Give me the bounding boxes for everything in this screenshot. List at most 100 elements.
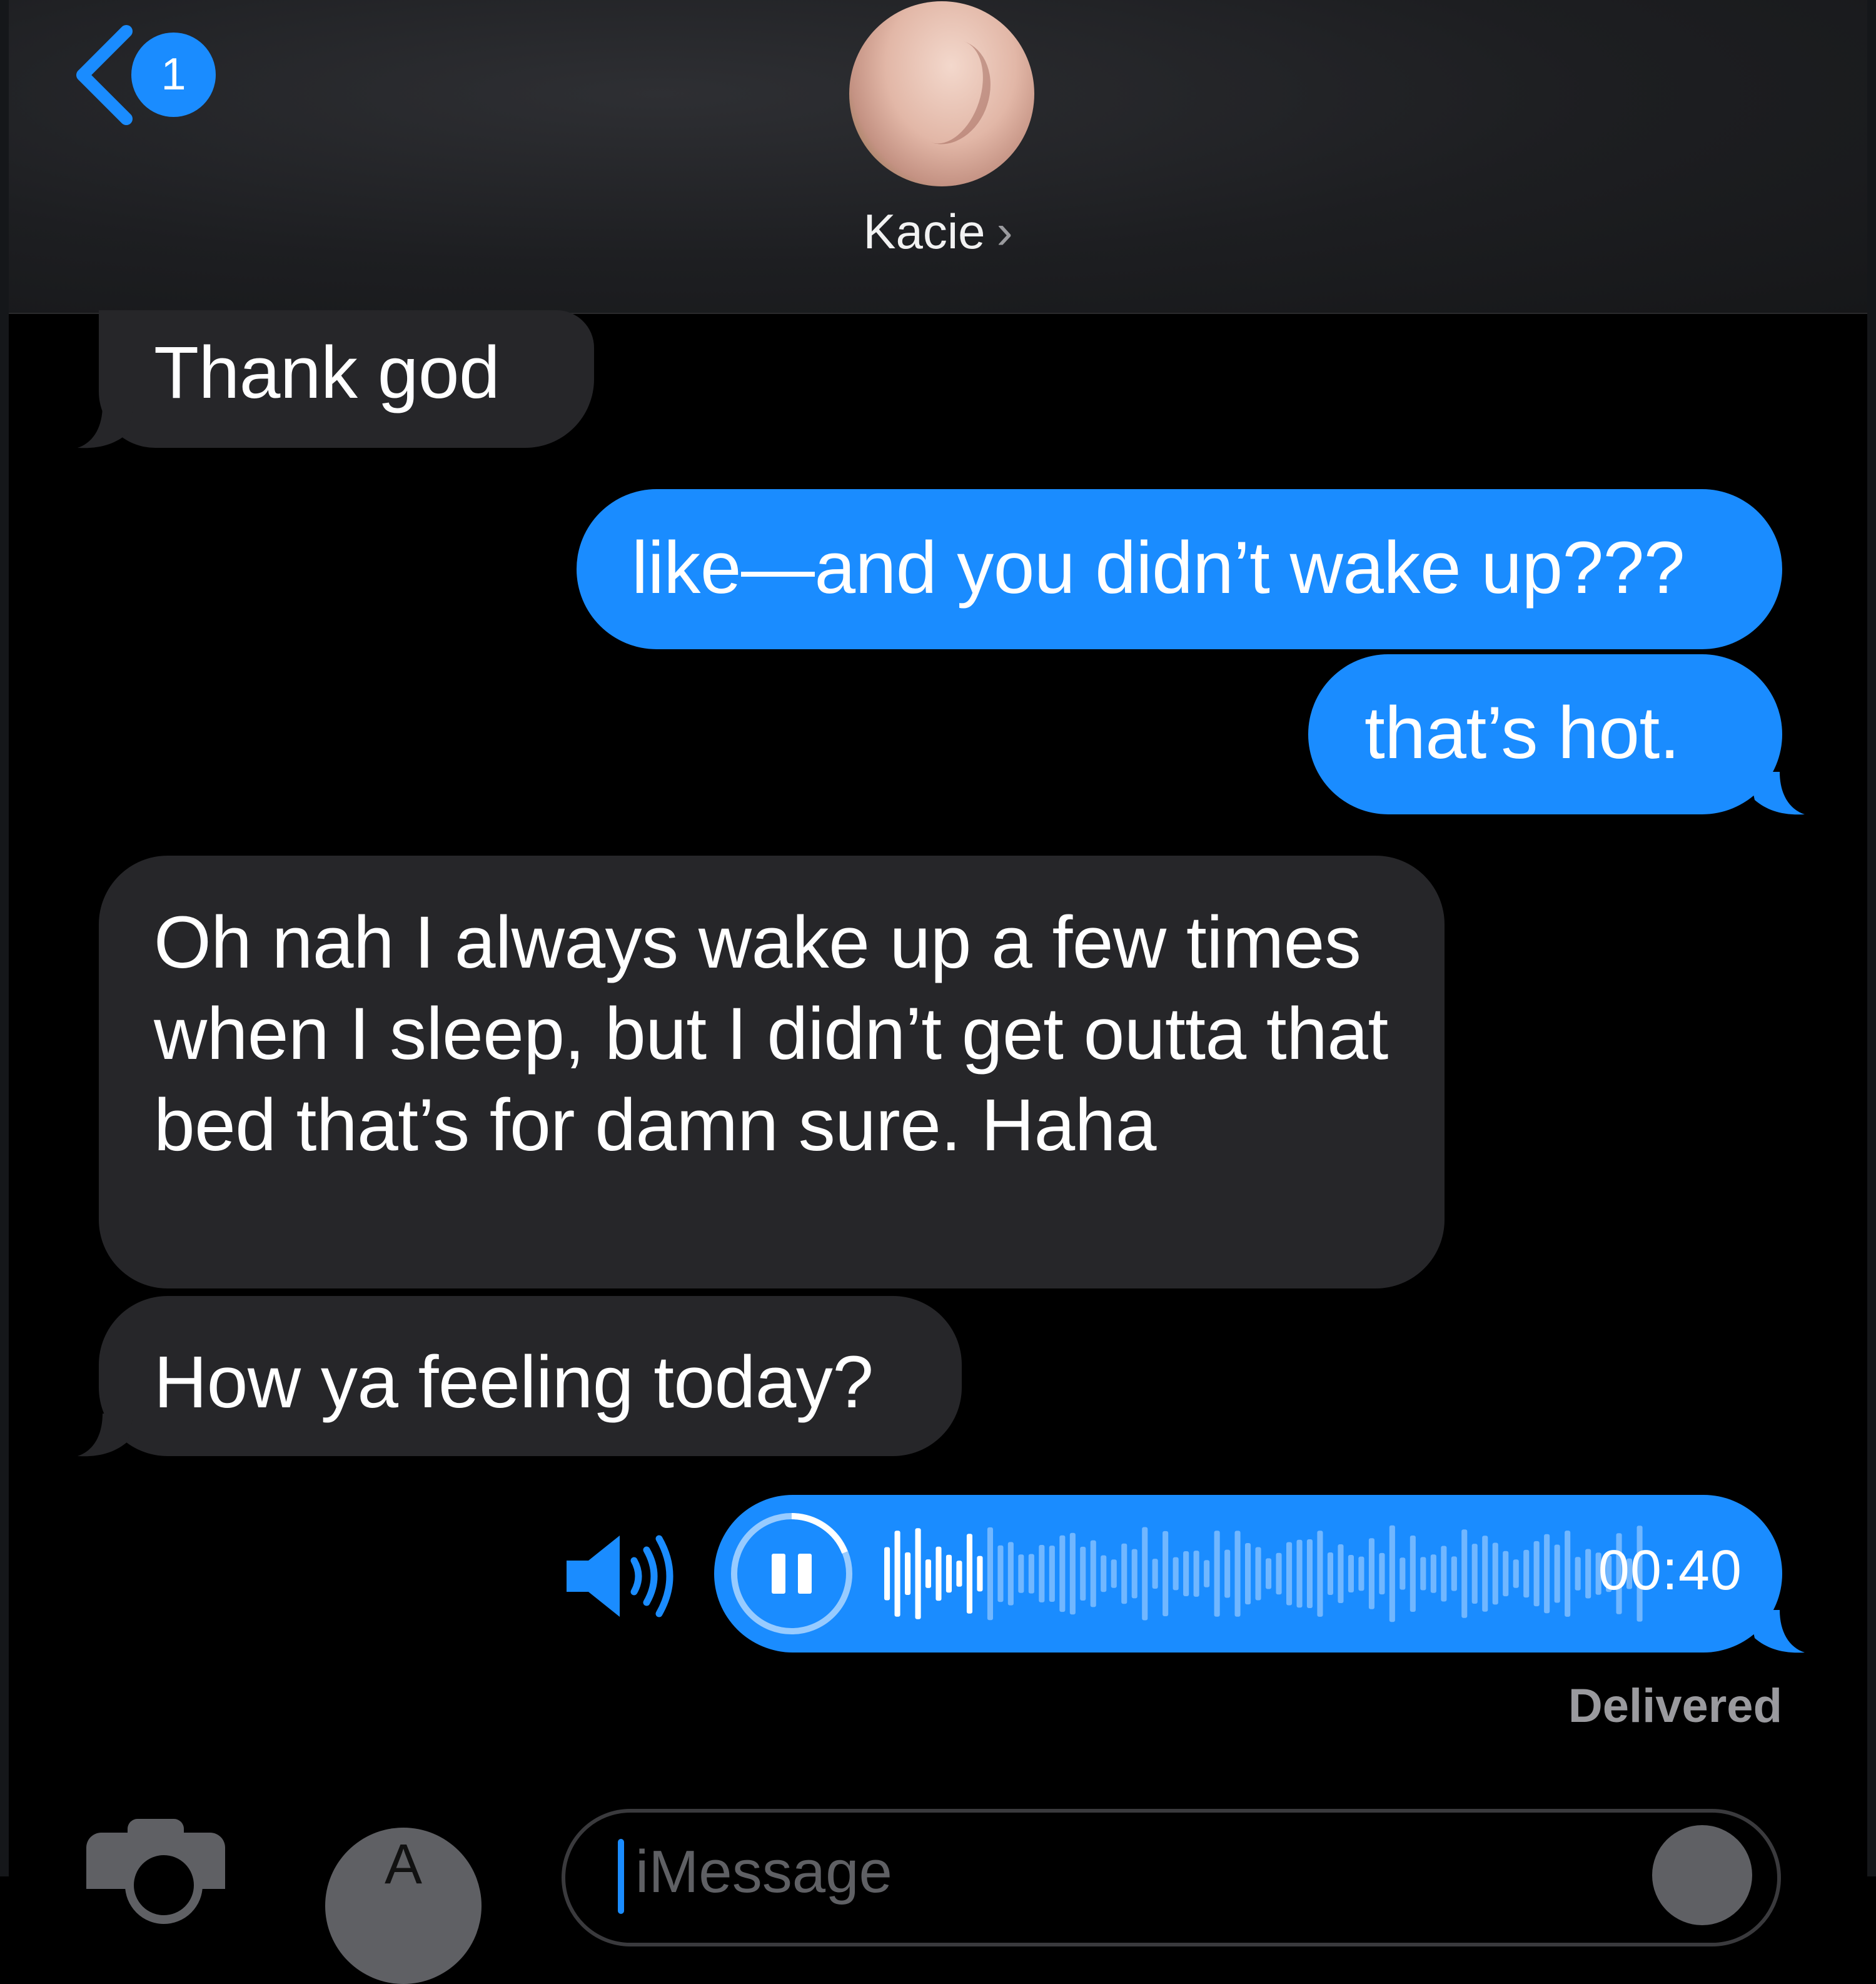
waveform-bar [1007,1542,1014,1606]
waveform-bar [1533,1541,1540,1607]
waveform-bar [1142,1527,1148,1621]
speaker-icon[interactable] [560,1526,685,1626]
waveform-bar [1327,1552,1333,1595]
waveform-bar [1482,1536,1488,1612]
waveform-bar [1266,1558,1272,1589]
waveform-bar [1348,1555,1354,1592]
contact-avatar[interactable] [849,1,1034,186]
waveform-bar [1410,1536,1416,1612]
waveform-bar [1420,1557,1426,1591]
waveform-bar [1152,1559,1158,1589]
waveform-bar [1245,1543,1251,1605]
waveform-bar [1224,1549,1231,1598]
message-text: Thank god [154,332,500,414]
waveform-bar [1183,1551,1189,1596]
waveform-bar [997,1545,1004,1602]
audio-record-icon[interactable] [1652,1825,1752,1925]
waveform-bar [1451,1556,1457,1591]
waveform-bar [1461,1529,1468,1618]
message-bubble-outgoing[interactable]: that’s hot. [1308,654,1805,815]
waveform-bar [935,1546,942,1601]
audio-waveform[interactable] [884,1511,1647,1636]
waveform-bar [987,1527,993,1621]
frame-edge-right [1867,0,1876,1876]
chevron-right-icon: › [996,204,1013,259]
unread-badge: 1 [131,33,216,117]
waveform-bar [966,1534,972,1614]
back-button[interactable]: 1 [71,25,221,125]
waveform-bar [1286,1542,1293,1606]
message-text: that’s hot. [1364,692,1680,774]
audio-duration: 00:40 [1598,1539,1742,1602]
waveform-bar [1039,1545,1045,1602]
waveform-bar [1399,1557,1406,1590]
waveform-bar [1162,1531,1169,1616]
waveform-bar [1069,1532,1076,1615]
waveform-bar [956,1561,962,1587]
waveform-bar [1565,1531,1571,1617]
waveform-bar [1358,1556,1364,1591]
message-bubble-incoming[interactable]: How ya feeling today? [78,1296,962,1457]
waveform-bar [1296,1539,1303,1608]
waveform-bar [1028,1554,1034,1594]
message-text: Oh nah I always wake up a few times when… [154,901,1388,1167]
message-input[interactable]: iMessage [562,1809,1781,1946]
text-cursor [618,1839,624,1914]
pause-icon [772,1554,785,1594]
waveform-bar [1368,1538,1374,1609]
pause-button[interactable] [729,1511,854,1636]
waveform-bar [884,1547,890,1601]
waveform-bar [1255,1547,1261,1601]
message-bubble-incoming[interactable]: Thank god [78,310,594,448]
message-bubble-outgoing[interactable]: like—and you didn’t wake up??? [577,489,1782,649]
waveform-bar [1317,1531,1323,1617]
conversation-header: 1 Kacie › [9,0,1867,314]
waveform-bar [1172,1557,1179,1591]
waveform-bar [946,1554,952,1593]
waveform-bar [1430,1554,1436,1593]
waveform-bar [1389,1525,1395,1622]
contact-name-button[interactable]: Kacie › [9,203,1867,260]
bubble-tail [1748,1610,1805,1653]
waveform-bar [1111,1559,1117,1588]
waveform-bar [1503,1551,1509,1597]
waveform-bar [1544,1534,1550,1614]
waveform-bar [1513,1559,1519,1588]
audio-message-bubble[interactable]: 00:40 [714,1495,1805,1653]
frame-edge-left [0,0,9,1876]
waveform-bar [1471,1544,1478,1604]
message-bubble-incoming[interactable]: Oh nah I always wake up a few times when… [99,856,1445,1288]
waveform-bar [1049,1546,1055,1602]
camera-icon[interactable] [86,1819,225,1924]
waveform-bar [1234,1531,1241,1617]
contact-name: Kacie [863,204,986,259]
waveform-bar [1101,1555,1107,1592]
app-store-icon[interactable]: A [325,1828,482,1984]
waveform-bar [1214,1531,1220,1617]
waveform-bar [1338,1544,1344,1603]
message-text: like—and you didn’t wake up??? [632,527,1685,609]
waveform-bar [1059,1535,1066,1612]
bubble-tail [1748,772,1805,815]
waveform-bar [925,1559,931,1588]
waveform-bar [1492,1542,1498,1605]
waveform-bar [977,1556,983,1592]
waveform-bar [905,1552,911,1595]
waveform-bar [915,1528,921,1619]
message-text: How ya feeling today? [154,1341,874,1424]
waveform-bar [1131,1549,1137,1599]
waveform-bar [1090,1540,1096,1607]
waveform-bar [1441,1546,1447,1602]
waveform-bar [1379,1552,1385,1595]
waveform-bar [1121,1543,1127,1604]
waveform-bar [1276,1552,1282,1595]
waveform-bar [1575,1557,1581,1591]
delivery-status: Delivered [1568,1679,1782,1733]
bubble-tail [78,405,134,448]
waveform-bar [1585,1549,1591,1599]
waveform-bar [1554,1544,1560,1603]
bubble-tail [78,1414,134,1457]
message-placeholder: iMessage [635,1838,892,1905]
waveform-bar [1018,1554,1024,1593]
avatar-photo-detail [891,28,1004,156]
